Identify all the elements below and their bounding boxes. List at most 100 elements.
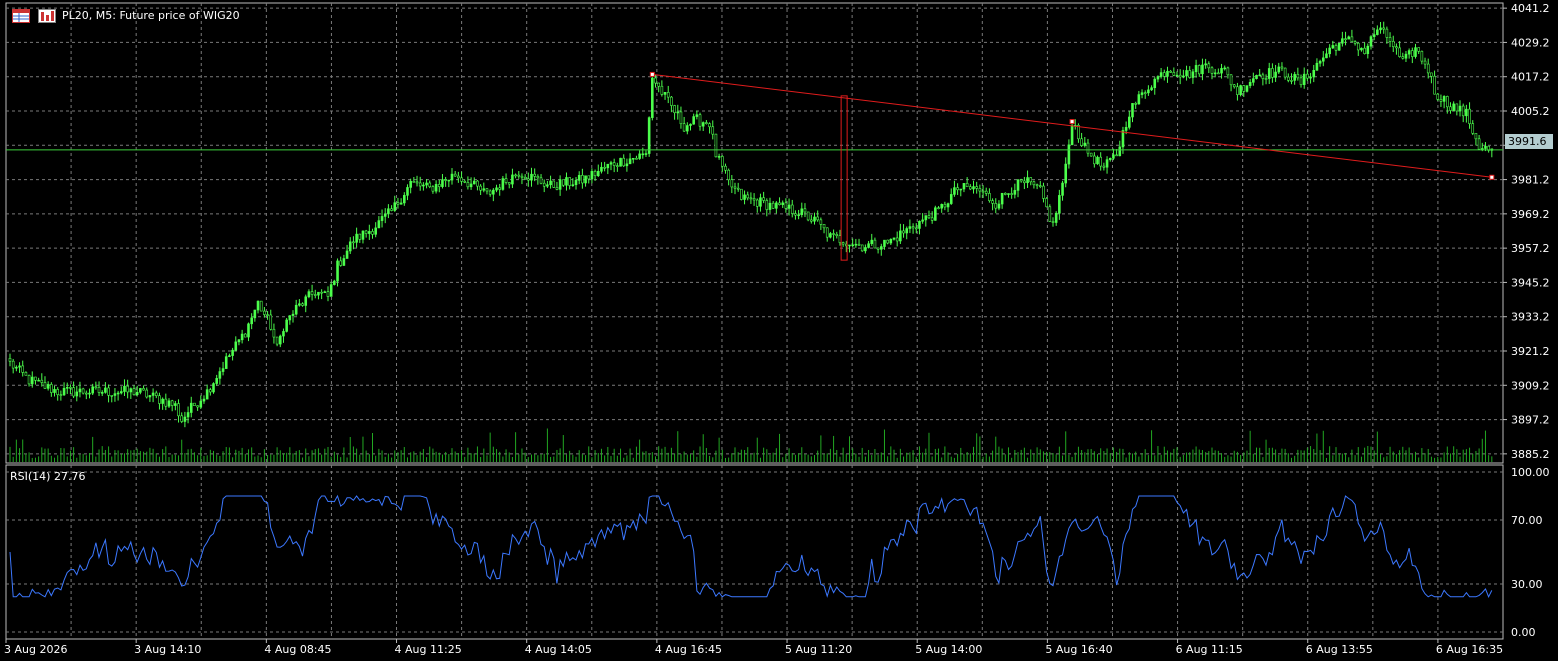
candle-body <box>1398 47 1401 57</box>
candle-body <box>139 388 142 393</box>
candle-body <box>1353 41 1357 44</box>
time-axis-label: 5 Aug 14:00 <box>915 643 982 656</box>
candle-body <box>1010 193 1013 195</box>
candle-body <box>720 156 724 167</box>
candle-body <box>708 123 711 128</box>
candle-body <box>660 85 664 95</box>
candle-body <box>1064 163 1068 184</box>
candle-body <box>1242 85 1246 92</box>
time-axis-label: 6 Aug 11:15 <box>1176 643 1243 656</box>
candle-body <box>453 173 457 177</box>
candle-body <box>88 392 91 395</box>
candle-body <box>1465 108 1468 117</box>
candle-body <box>1474 133 1478 140</box>
candle-body <box>441 179 444 187</box>
candle-body <box>294 304 298 315</box>
candle-body <box>145 389 149 398</box>
candle-body <box>676 111 680 114</box>
candle-body <box>15 366 18 369</box>
candle-body <box>482 188 486 191</box>
candle-body <box>110 395 114 397</box>
candle-body <box>1121 130 1125 148</box>
candle-body <box>1426 63 1430 74</box>
candle-body <box>212 383 215 393</box>
candle-body <box>1166 70 1169 77</box>
candle-body <box>565 177 568 186</box>
candle-body <box>21 365 25 373</box>
candle-body <box>1325 53 1328 59</box>
time-axis-label: 4 Aug 14:05 <box>525 643 592 656</box>
candle-body <box>285 319 288 332</box>
candle-body <box>342 258 346 266</box>
candle-body <box>1312 70 1316 78</box>
candle-body <box>953 187 956 195</box>
candle-body <box>918 220 921 229</box>
candle-body <box>437 184 441 187</box>
candle-body <box>1013 190 1017 195</box>
candle-body <box>937 207 940 210</box>
candle-body <box>1302 73 1306 85</box>
candle-body <box>1054 212 1058 223</box>
candle-body <box>946 203 950 208</box>
candle-body <box>259 300 263 312</box>
candle-body <box>619 157 622 167</box>
candle-body <box>1321 57 1325 62</box>
candle-body <box>371 231 374 235</box>
candle-body <box>278 335 282 345</box>
candle-body <box>409 181 412 188</box>
candle-body <box>587 175 591 180</box>
candle-body <box>612 162 616 166</box>
candle-body <box>558 179 562 190</box>
candle-body <box>1461 105 1465 117</box>
candle-body <box>164 398 168 407</box>
candle-body <box>1318 60 1322 64</box>
candle-body <box>53 389 56 393</box>
candle-body <box>326 291 330 297</box>
chart-table-icon[interactable] <box>12 9 30 23</box>
candle-body <box>34 376 37 381</box>
candle-body <box>1369 36 1373 47</box>
candle-body <box>1334 45 1338 51</box>
candle-body <box>527 178 530 181</box>
candle-body <box>46 384 50 389</box>
candle-body <box>1283 67 1287 78</box>
candle-body <box>240 333 244 341</box>
candle-body <box>581 174 584 184</box>
candle-body <box>62 387 66 396</box>
candle-body <box>1051 221 1055 223</box>
candle-body <box>158 395 161 404</box>
candle-body <box>1331 45 1335 49</box>
candle-body <box>879 246 883 250</box>
candle-body <box>85 392 88 395</box>
candle-body <box>1344 38 1347 40</box>
candle-body <box>1112 154 1115 159</box>
candle-body <box>1210 67 1214 74</box>
candle-body <box>1420 50 1424 62</box>
candle-body <box>183 416 187 422</box>
candle-body <box>1048 206 1052 222</box>
chart-bars-icon[interactable] <box>38 9 56 23</box>
candle-body <box>1395 46 1398 49</box>
chart-canvas[interactable]: 4041.2 4029.2 4017.2 4005.2 3981.2 3969.2 3957… <box>0 0 1558 661</box>
candle-body <box>1099 156 1102 167</box>
candle-body <box>698 114 702 127</box>
candle-body <box>733 186 737 189</box>
candle-body <box>1156 76 1160 80</box>
candle-body <box>30 376 34 385</box>
candle-body <box>472 180 476 185</box>
candle-body <box>1207 63 1211 69</box>
candle-body <box>151 392 155 396</box>
candle-body <box>1455 103 1459 112</box>
candle-body <box>215 378 218 384</box>
candle-body <box>921 219 924 222</box>
candle-body <box>466 182 470 188</box>
candle-body <box>301 303 304 306</box>
candle-body <box>218 371 222 379</box>
candle-body <box>803 208 807 213</box>
candle-body <box>126 385 129 393</box>
candle-body <box>310 291 314 295</box>
candle-body <box>399 202 403 205</box>
candle-body <box>965 183 969 188</box>
candle-body <box>1468 108 1471 124</box>
candle-body <box>393 202 397 211</box>
